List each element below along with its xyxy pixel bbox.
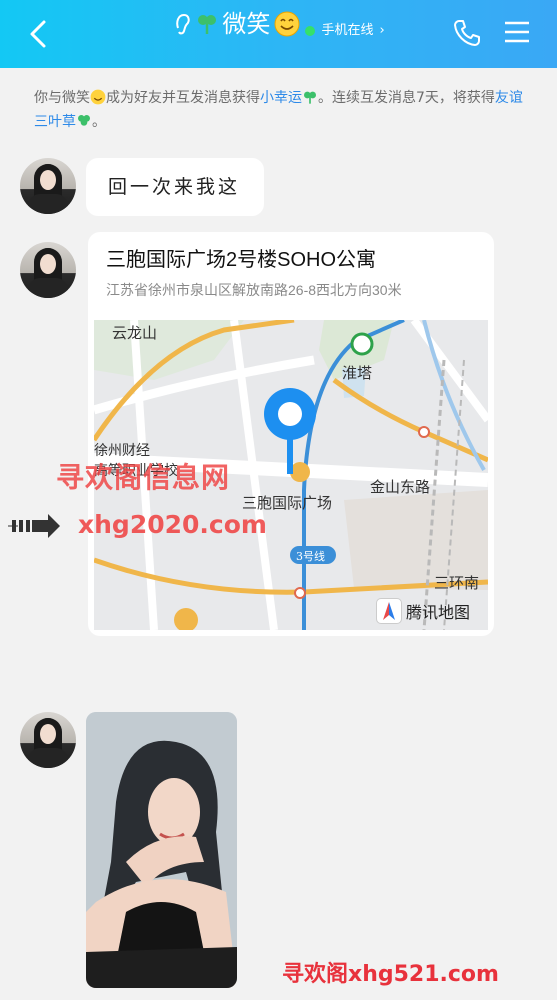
friendship-notice: 你与微笑 成为好友并互发消息获得小幸运 。连续互发消息7天，将获得友谊三叶草。 <box>34 86 524 134</box>
metro-line-badge: 3号线 <box>296 550 325 563</box>
phone-icon[interactable] <box>452 18 482 48</box>
photo-graphic <box>86 712 237 988</box>
notice-text-1: 你与微笑 <box>34 90 90 106</box>
watermark-url: xhg2020.com <box>78 510 267 539</box>
smile-emoji-icon <box>90 89 106 105</box>
contact-avatar[interactable] <box>20 158 76 214</box>
location-address: 江苏省徐州市泉山区解放南路26-8西北方向30米 <box>106 282 402 298</box>
online-status: 手机在线 › <box>305 22 385 40</box>
online-status-text: 手机在线 <box>321 23 374 38</box>
tencent-map-logo-icon <box>376 598 402 624</box>
contact-name-text: 微笑 <box>222 10 271 38</box>
map-label: 三环南 <box>434 574 480 592</box>
map-brand-text: 腾讯地图 <box>406 605 471 622</box>
ear-icon <box>176 13 191 35</box>
text-message-bubble[interactable]: 回一次来我这 <box>86 158 264 216</box>
map-label: 云龙山 <box>112 324 158 342</box>
contact-name: 微笑 <box>172 8 300 40</box>
map-label: 金山东路 <box>370 478 431 496</box>
watermark-bottom: 寻欢阁xhg521.com <box>282 962 499 987</box>
online-dot-icon <box>305 26 316 36</box>
notice-text-3: 。连续互发消息7天，将获得 <box>318 90 495 106</box>
arrow-right-icon <box>8 514 60 538</box>
map-brand: 腾讯地图 <box>376 598 470 624</box>
location-title: 三胞国际广场2号楼SOHO公寓 <box>106 249 377 271</box>
map-label: 淮塔 <box>342 364 373 382</box>
notice-text-2: 成为好友并互发消息获得 <box>106 90 260 106</box>
chat-header: 微笑 手机在线 › <box>0 0 557 68</box>
menu-icon[interactable] <box>503 18 531 46</box>
clover-icon <box>78 115 90 126</box>
clover-icon <box>198 15 217 34</box>
watermark-site-name: 寻欢阁信息网 <box>56 461 231 494</box>
contact-avatar[interactable] <box>20 712 76 768</box>
notice-text-4: 。 <box>92 114 106 130</box>
smile-emoji-icon <box>274 11 300 37</box>
chevron-right-icon: › <box>379 23 385 38</box>
location-card[interactable]: 三胞国际广场2号楼SOHO公寓 江苏省徐州市泉山区解放南路26-8西北方向30米 <box>88 232 494 636</box>
sprout-icon <box>304 91 316 104</box>
lucky-link[interactable]: 小幸运 <box>260 90 302 106</box>
contact-avatar[interactable] <box>20 242 76 298</box>
image-message[interactable] <box>86 712 237 988</box>
